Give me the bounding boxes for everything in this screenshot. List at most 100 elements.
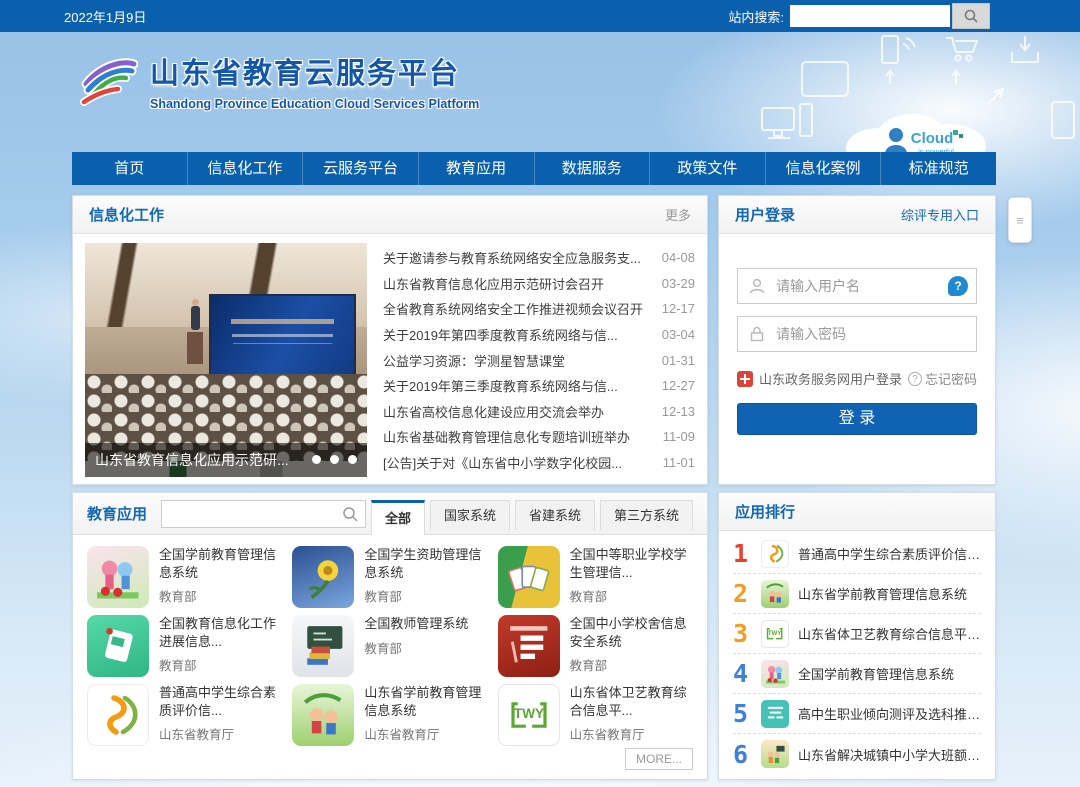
apps-tab-3[interactable]: 第三方系统 (600, 500, 693, 530)
notebook-icon (87, 615, 149, 677)
news-item-8[interactable]: [公告]关于对《山东省中小学数字化校园...11-01 (383, 450, 695, 476)
kids-green-icon (292, 684, 354, 746)
app-item-1[interactable]: 全国学生资助管理信息系统教育部 (292, 546, 487, 608)
news-item-6[interactable]: 山东省高校信息化建设应用交流会举办12-13 (383, 399, 695, 425)
app-item-4[interactable]: 全国教师管理系统教育部 (292, 615, 487, 677)
rank-item-6[interactable]: 6山东省解决城镇中小学大班额问... (733, 734, 981, 774)
news-item-date: 04-08 (662, 250, 695, 265)
carousel-dot-1[interactable] (330, 455, 339, 464)
topbar: 2022年1月9日 站内搜索: (0, 0, 1080, 32)
site-search-button[interactable] (952, 3, 990, 29)
site-search: 站内搜索: (728, 3, 990, 29)
nav-item-3[interactable]: 教育应用 (419, 152, 535, 185)
rank-item-1[interactable]: 1普通高中学生综合素质评价信息... (733, 534, 981, 574)
app-org: 山东省教育厅 (159, 724, 282, 743)
search-icon[interactable] (341, 505, 359, 523)
nav-item-1[interactable]: 信息化工作 (188, 152, 304, 185)
ranking-panel: 应用排行 1普通高中学生综合素质评价信息...2山东省学前教育管理信息系统3TW… (718, 492, 996, 780)
evaluation-entry-link[interactable]: 综评专用入口 (901, 205, 979, 224)
login-form: ? 山东政务服务网用户登录 ? 忘记密码 登 录 (719, 268, 995, 435)
news-item-title[interactable]: 全省教育系统网络安全工作推进视频会议召开 (383, 299, 652, 318)
rank-number: 4 (733, 659, 757, 688)
apps-more-button[interactable]: MORE... (625, 748, 693, 770)
app-org: 教育部 (159, 586, 282, 605)
rank-item-4[interactable]: 4 全国学前教育管理信息系统 (733, 654, 981, 694)
news-item-0[interactable]: 关于邀请参与教育系统网络安全应急服务支... 04-08 (383, 245, 695, 271)
news-item-title[interactable]: 关于邀请参与教育系统网络安全应急服务支... (383, 248, 652, 267)
news-item-2[interactable]: 全省教育系统网络安全工作推进视频会议召开12-17 (383, 296, 695, 322)
kids-green-icon (761, 580, 789, 608)
help-bubble-icon[interactable]: ? (948, 276, 968, 296)
nav-item-5[interactable]: 政策文件 (650, 152, 766, 185)
news-item-1[interactable]: 山东省教育信息化应用示范研讨会召开 03-29 (383, 271, 695, 297)
app-org: 教育部 (364, 638, 468, 657)
news-item-title[interactable]: 山东省基础教育管理信息化专题培训班举办 (383, 427, 653, 446)
news-item-date: 11-09 (663, 429, 695, 444)
password-input[interactable] (776, 326, 966, 342)
app-name: 全国学生资助管理信息系统 (364, 546, 487, 581)
app-item-8[interactable]: TWY山东省体卫艺教育综合信息平...山东省教育厅 (498, 684, 693, 746)
app-item-2[interactable]: 全国中等职业学校学生管理信...教育部 (498, 546, 693, 608)
rank-app-name: 全国学前教育管理信息系统 (798, 664, 954, 683)
news-carousel[interactable]: 山东省教育信息化应用示范研... (85, 243, 367, 477)
app-org: 教育部 (364, 586, 487, 605)
carousel-dot-2[interactable] (348, 455, 357, 464)
rank-item-5[interactable]: 5高中生职业倾向测评及选科推荐... (733, 694, 981, 734)
news-list: 关于邀请参与教育系统网络安全应急服务支... 04-08 山东省教育信息化应用示范研… (383, 245, 695, 477)
app-org: 教育部 (159, 655, 282, 674)
news-item-5[interactable]: 关于2019年第三季度教育系统网络与信... 12-27 (383, 373, 695, 399)
rank-item-3[interactable]: 3TWY山东省体卫艺教育综合信息平台... (733, 614, 981, 654)
logo[interactable]: 山东省教育云服务平台 Shandong Province Education C… (80, 50, 479, 111)
news-item-title[interactable]: 山东省教育信息化应用示范研讨会召开 (383, 274, 652, 293)
news-item-title[interactable]: 公益学习资源：学测星智慧课堂 (383, 351, 652, 370)
login-panel-title: 用户登录 (735, 204, 795, 225)
username-input[interactable] (776, 278, 966, 294)
app-item-7[interactable]: 山东省学前教育管理信息系统山东省教育厅 (292, 684, 487, 746)
news-item-date: 12-27 (662, 378, 695, 393)
news-item-7[interactable]: 山东省基础教育管理信息化专题培训班举办 11-09 (383, 424, 695, 450)
rank-item-2[interactable]: 2山东省学前教育管理信息系统 (733, 574, 981, 614)
gov-service-login-link[interactable]: 山东政务服务网用户登录 (737, 369, 902, 388)
forgot-password-link[interactable]: ? 忘记密码 (908, 369, 977, 388)
news-item-title[interactable]: 关于2019年第三季度教育系统网络与信... (383, 376, 652, 395)
user-icon (748, 277, 766, 295)
nav-item-0[interactable]: 首页 (72, 152, 188, 185)
apps-tab-0[interactable]: 全部 (371, 500, 425, 535)
news-item-date: 03-29 (662, 276, 695, 291)
rank-app-name: 山东省学前教育管理信息系统 (798, 584, 967, 603)
nav-item-2[interactable]: 云服务平台 (303, 152, 419, 185)
news-body: 山东省教育信息化应用示范研... 关于邀请参与教育系统网络安全应急服务支... 0… (73, 234, 707, 486)
app-item-5[interactable]: 全国中小学校舍信息安全系统教育部 (498, 615, 693, 677)
news-more-link[interactable]: 更多 (665, 205, 691, 224)
swirl-icon (761, 540, 789, 568)
rank-number: 6 (733, 740, 757, 769)
news-item-title[interactable]: 关于2019年第四季度教育系统网络与信... (383, 325, 652, 344)
ranking-panel-title: 应用排行 (735, 501, 795, 522)
nav-item-7[interactable]: 标准规范 (881, 152, 996, 185)
apps-tab-2[interactable]: 省建系统 (515, 500, 595, 530)
username-field-wrap: ? (737, 268, 977, 304)
floating-sidebar-handle[interactable]: ≡ (1008, 197, 1032, 243)
app-item-3[interactable]: 全国教育信息化工作进展信息...教育部 (87, 615, 282, 677)
app-item-6[interactable]: 普通高中学生综合素质评价信...山东省教育厅 (87, 684, 282, 746)
news-item-date: 01-31 (662, 353, 695, 368)
nav-item-6[interactable]: 信息化案例 (766, 152, 882, 185)
carousel-dot-0[interactable] (312, 455, 321, 464)
nav-item-4[interactable]: 数据服务 (535, 152, 651, 185)
apps-search-box (161, 500, 366, 528)
site-search-input[interactable] (790, 5, 950, 27)
news-item-title[interactable]: [公告]关于对《山东省中小学数字化校园... (383, 453, 653, 472)
apps-search-input[interactable] (162, 501, 365, 527)
cloud-text: Cloud (911, 130, 954, 147)
apps-tabs: 全部国家系统省建系统第三方系统 (371, 500, 693, 534)
app-item-0[interactable]: 全国学前教育管理信息系统教育部 (87, 546, 282, 608)
ranking-panel-header: 应用排行 (719, 493, 995, 531)
login-button[interactable]: 登 录 (737, 403, 977, 435)
news-item-title[interactable]: 山东省高校信息化建设应用交流会举办 (383, 402, 652, 421)
site-title: 山东省教育云服务平台 (150, 50, 479, 92)
apps-tab-1[interactable]: 国家系统 (430, 500, 510, 530)
ranking-list: 1普通高中学生综合素质评价信息...2山东省学前教育管理信息系统3TWY山东省体… (719, 531, 995, 774)
news-item-3[interactable]: 关于2019年第四季度教育系统网络与信...03-04 (383, 322, 695, 348)
news-item-4[interactable]: 公益学习资源：学测星智慧课堂 01-31 (383, 347, 695, 373)
lock-icon (748, 325, 766, 343)
